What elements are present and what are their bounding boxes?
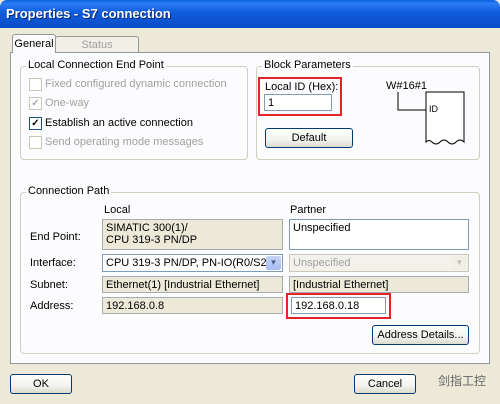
local-id-highlight — [258, 77, 342, 116]
end-point-local-field: SIMATIC 300(1)/ CPU 319-3 PN/DP — [102, 219, 283, 250]
one-way-checkbox[interactable]: ✓ — [29, 97, 42, 110]
end-point-label: End Point: — [30, 231, 81, 243]
subnet-label: Subnet: — [30, 279, 68, 291]
chevron-down-icon[interactable]: ▼ — [266, 256, 281, 270]
fixed-dynamic-label: Fixed configured dynamic connection — [45, 78, 227, 90]
window-title: Properties - S7 connection — [6, 6, 171, 21]
block-diagram-icon — [397, 91, 465, 145]
connection-path-group-title: Connection Path — [26, 185, 112, 197]
chevron-down-icon: ▼ — [452, 256, 467, 270]
active-connection-label: Establish an active connection — [45, 117, 193, 129]
send-op-messages-label: Send operating mode messages — [45, 136, 204, 148]
interface-partner-value: Unspecified — [293, 257, 351, 269]
fixed-dynamic-checkbox[interactable] — [29, 78, 42, 91]
properties-dialog: Properties - S7 connection General Statu… — [0, 0, 500, 404]
partner-column-header: Partner — [290, 204, 327, 216]
partner-address-highlight — [286, 293, 391, 319]
address-label: Address: — [30, 300, 74, 312]
tab-general[interactable]: General — [12, 34, 56, 53]
local-column-header: Local — [104, 204, 131, 216]
cancel-button[interactable]: Cancel — [354, 374, 416, 394]
watermark: 剑指工控 — [437, 374, 486, 388]
interface-partner-select: Unspecified ▼ — [289, 254, 469, 272]
interface-label: Interface: — [30, 257, 76, 269]
send-op-messages-checkbox[interactable] — [29, 136, 42, 149]
address-local-field: 192.168.0.8 — [102, 297, 283, 314]
title-bar[interactable]: Properties - S7 connection — [0, 0, 500, 28]
active-connection-checkbox[interactable]: ✓ — [29, 117, 42, 130]
end-point-partner-field: Unspecified — [289, 219, 469, 250]
tab-status-information[interactable]: Status Information — [55, 36, 139, 67]
subnet-local-field: Ethernet(1) [Industrial Ethernet] — [102, 276, 283, 293]
one-way-label: One-way — [45, 97, 90, 109]
block-pin-label: ID — [429, 104, 438, 114]
subnet-partner-field: [Industrial Ethernet] — [289, 276, 469, 293]
default-button[interactable]: Default — [265, 128, 353, 148]
address-details-button[interactable]: Address Details... — [372, 325, 469, 345]
interface-local-value: CPU 319-3 PN/DP, PN-IO(R0/S2) — [106, 257, 271, 269]
interface-local-select[interactable]: CPU 319-3 PN/DP, PN-IO(R0/S2) ▼ — [102, 254, 283, 272]
block-params-group-title: Block Parameters — [262, 59, 353, 71]
ok-button[interactable]: OK — [10, 374, 72, 394]
local-endpoint-group-title: Local Connection End Point — [26, 59, 166, 71]
